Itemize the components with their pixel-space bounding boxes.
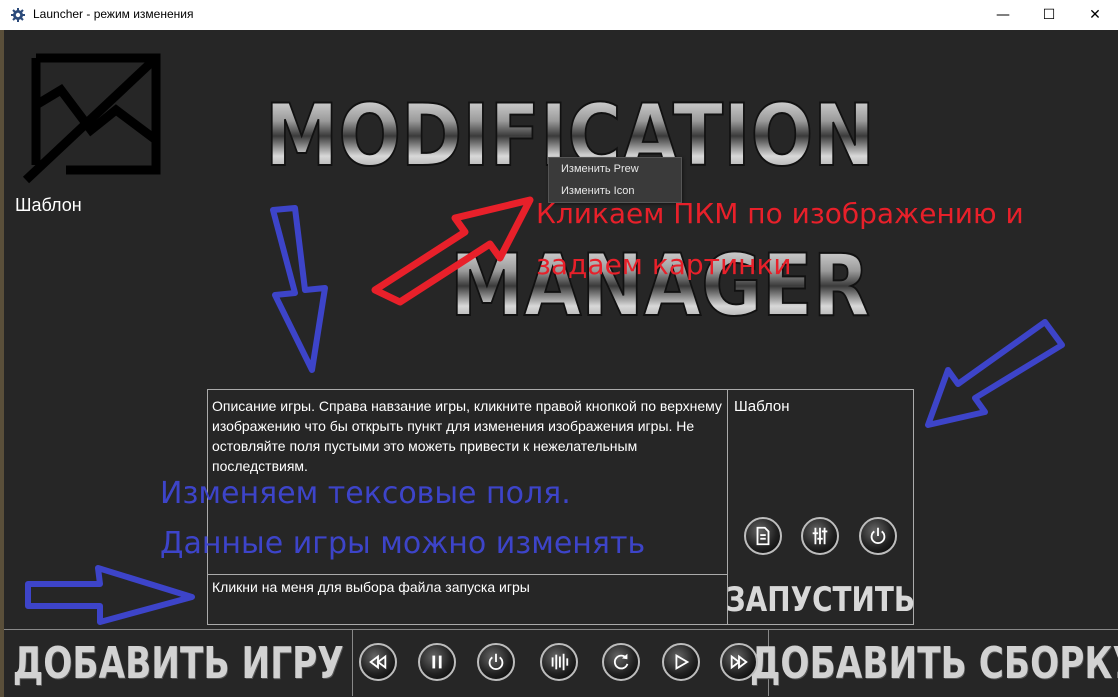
close-button[interactable]: ✕ <box>1072 0 1118 30</box>
document-icon <box>756 526 770 546</box>
document-button[interactable] <box>744 517 782 555</box>
equalizer-bottom-button[interactable] <box>540 643 578 681</box>
play-icon <box>675 653 690 671</box>
title-bar: Launcher - режим изменения — ☐ ✕ <box>0 0 1118 30</box>
add-build-button[interactable]: ДОБАВИТЬ СБОРКУ <box>749 630 1118 696</box>
settings-equalizer-button[interactable] <box>801 517 839 555</box>
menu-item-change-prew[interactable]: Изменить Prew <box>549 158 681 180</box>
power-bottom-button[interactable] <box>477 643 515 681</box>
launch-button[interactable]: ЗАПУСТИТЬ <box>726 575 915 624</box>
fast-forward-button[interactable] <box>720 643 758 681</box>
annotation-red-line2: задаем картинки <box>536 248 792 281</box>
annotation-blue-line1: Изменяем тексовые поля. <box>160 476 571 511</box>
refresh-icon <box>613 653 629 670</box>
add-build-label: ДОБАВИТЬ СБОРКУ <box>749 637 1118 689</box>
refresh-button[interactable] <box>602 643 640 681</box>
pause-icon <box>432 655 442 669</box>
equalizer-icon <box>812 527 828 545</box>
game-title: Шаблон <box>15 195 82 215</box>
annotation-red-line1: Кликаем ПКМ по изображению и <box>536 197 1024 230</box>
rewind-icon <box>369 654 387 670</box>
exe-path-field[interactable]: Кликни на меня для выбора файла запуска … <box>208 575 728 624</box>
annotation-blue-line2: Данные игры можно изменять <box>160 526 646 561</box>
rewind-button[interactable] <box>359 643 397 681</box>
fast-forward-icon <box>730 654 748 670</box>
maximize-button[interactable]: ☐ <box>1026 0 1072 30</box>
app-icon <box>11 8 25 22</box>
window-title: Launcher - режим изменения <box>33 7 194 21</box>
play-button[interactable] <box>662 643 700 681</box>
power-icon <box>870 527 886 545</box>
equalizer-icon <box>551 653 569 671</box>
image-placeholder-icon <box>22 53 161 184</box>
add-game-label: ДОБАВИТЬ ИГРУ <box>12 637 344 689</box>
power-button[interactable] <box>859 517 897 555</box>
pause-button[interactable] <box>418 643 456 681</box>
minimize-icon: — <box>996 7 1010 23</box>
minimize-button[interactable]: — <box>980 0 1026 30</box>
close-icon: ✕ <box>1089 7 1101 23</box>
game-icon-image[interactable] <box>16 50 166 190</box>
power-icon <box>488 653 504 671</box>
add-game-button[interactable]: ДОБАВИТЬ ИГРУ <box>4 630 353 696</box>
maximize-icon: ☐ <box>1042 7 1056 23</box>
